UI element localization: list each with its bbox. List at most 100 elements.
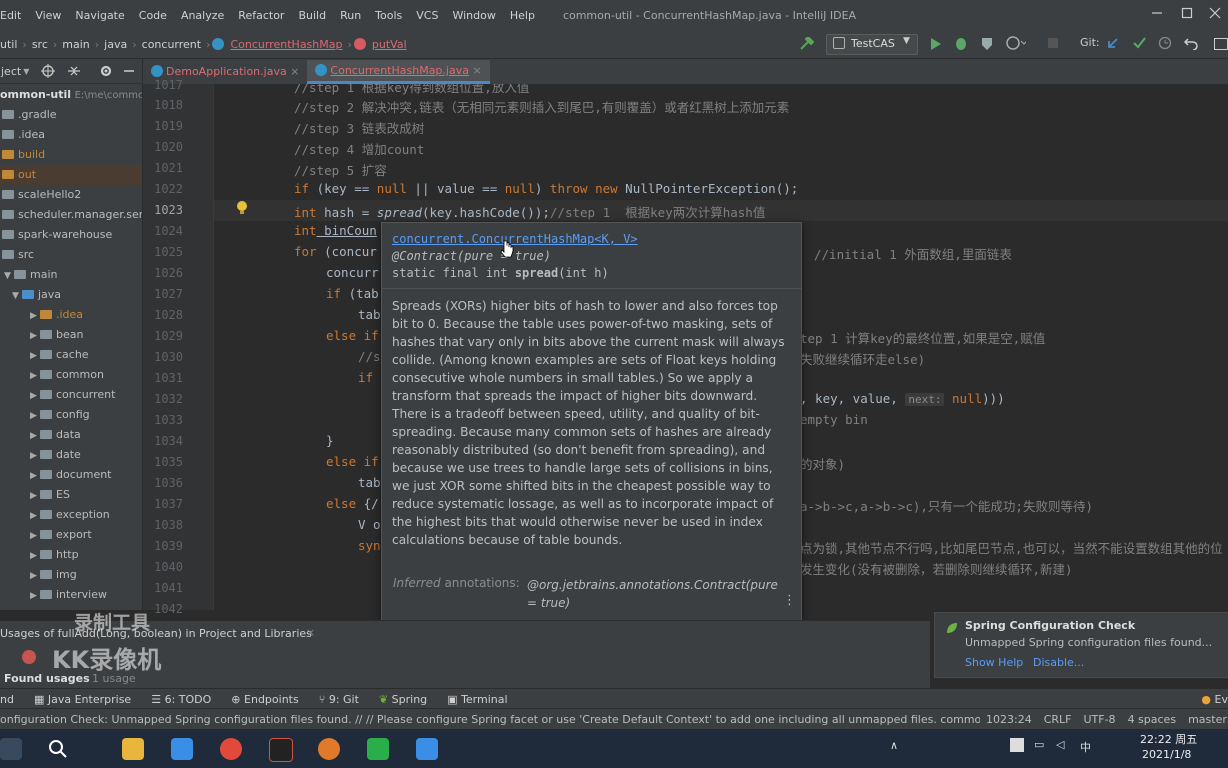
tree-item-config[interactable]: ▶ config — [0, 405, 142, 425]
menu-run[interactable]: Run — [333, 9, 368, 22]
menu-view[interactable]: View — [28, 9, 68, 22]
doc-class-link[interactable]: concurrent.ConcurrentHashMap<K, V> — [392, 232, 638, 246]
tree-item-scheduler[interactable]: scheduler.manager.server.l — [0, 205, 142, 225]
tool-window-find[interactable]: nd — [0, 693, 24, 706]
breadcrumb-root[interactable]: util — [0, 38, 20, 51]
tree-item-scalehello2[interactable]: scaleHello2 — [0, 185, 142, 205]
project-view-label[interactable]: ject — [0, 65, 21, 78]
profile-icon[interactable] — [1006, 36, 1026, 51]
tree-item-img[interactable]: ▶ img — [0, 565, 142, 585]
run-config-select[interactable]: TestCAS ▼ — [826, 34, 918, 55]
line-separator[interactable]: CRLF — [1044, 713, 1072, 726]
debug-icon[interactable] — [954, 36, 968, 51]
tool-window-java-enterprise[interactable]: ▦ Java Enterprise — [24, 693, 141, 706]
wechat-icon[interactable] — [367, 738, 389, 760]
menu-vcs[interactable]: VCS — [409, 9, 445, 22]
tree-item-java-idea[interactable]: ▶ .idea — [0, 305, 142, 325]
git-branch[interactable]: master — [1188, 713, 1227, 726]
hide-icon[interactable] — [123, 64, 135, 78]
tool-window-terminal[interactable]: ▣ Terminal — [437, 693, 517, 706]
breadcrumb-src[interactable]: src — [29, 38, 51, 51]
git-update-icon[interactable] — [1106, 36, 1120, 50]
breadcrumb-main[interactable]: main — [59, 38, 92, 51]
tool-window-endpoints[interactable]: ⊕ Endpoints — [221, 693, 308, 706]
menu-analyze[interactable]: Analyze — [174, 9, 231, 22]
layout-icon[interactable] — [1214, 38, 1228, 50]
doc-inferred-annotation[interactable]: @org.jetbrains.annotations.Contract(pure… — [527, 576, 785, 612]
breadcrumb-class[interactable]: ConcurrentHashMap — [227, 38, 345, 51]
minimize-icon[interactable] — [1150, 6, 1164, 20]
tool-window-event-log[interactable]: ● Ev — [1191, 693, 1228, 706]
recorder-icon[interactable] — [318, 738, 340, 760]
build-hammer-icon[interactable] — [798, 37, 814, 51]
locate-icon[interactable] — [41, 64, 56, 78]
menu-code[interactable]: Code — [132, 9, 174, 22]
tree-item-date[interactable]: ▶ date — [0, 445, 142, 465]
tool-window-spring[interactable]: ❦ Spring — [369, 693, 437, 706]
git-history-icon[interactable] — [1158, 36, 1172, 50]
ime-indicator[interactable]: 中 — [1080, 739, 1091, 755]
stop-icon[interactable] — [1048, 38, 1058, 48]
menu-edit[interactable]: Edit — [0, 9, 28, 22]
breadcrumb-method[interactable]: putVal — [369, 38, 410, 51]
gear-icon[interactable] — [99, 64, 113, 78]
clock-time[interactable]: 22:22 周五 — [1140, 731, 1197, 747]
git-commit-icon[interactable] — [1132, 36, 1146, 50]
tree-item-out[interactable]: out — [0, 165, 142, 185]
start-icon[interactable] — [0, 738, 22, 760]
app-icon[interactable] — [171, 738, 193, 760]
tree-root[interactable]: ommon-util E:\me\commo — [0, 85, 142, 105]
menu-navigate[interactable]: Navigate — [68, 9, 131, 22]
menu-refactor[interactable]: Refactor — [231, 9, 291, 22]
close-icon[interactable] — [1208, 6, 1222, 20]
intellij-icon[interactable] — [269, 738, 293, 762]
maximize-icon[interactable] — [1180, 6, 1194, 20]
caret-position[interactable]: 1023:24 — [986, 713, 1032, 726]
volume-icon[interactable]: ◁ — [1056, 738, 1064, 751]
rollback-icon[interactable] — [1184, 36, 1198, 50]
coverage-icon[interactable] — [980, 36, 994, 51]
indent-setting[interactable]: 4 spaces — [1128, 713, 1177, 726]
close-icon[interactable]: × — [472, 64, 481, 77]
tree-item-exception[interactable]: ▶ exception — [0, 505, 142, 525]
menu-window[interactable]: Window — [445, 9, 502, 22]
network-icon[interactable]: ▭ — [1034, 738, 1044, 751]
tree-item-gradle[interactable]: .gradle — [0, 105, 142, 125]
menu-tools[interactable]: Tools — [368, 9, 409, 22]
battery-icon[interactable] — [1010, 738, 1024, 752]
tree-item-spark-warehouse[interactable]: spark-warehouse — [0, 225, 142, 245]
tree-item-data[interactable]: ▶ data — [0, 425, 142, 445]
menu-help[interactable]: Help — [503, 9, 542, 22]
tree-item-common[interactable]: ▶ common — [0, 365, 142, 385]
tree-item-document[interactable]: ▶ document — [0, 465, 142, 485]
tool-window-todo[interactable]: ☰ 6: TODO — [141, 693, 221, 706]
breadcrumb-concurrent[interactable]: concurrent — [139, 38, 204, 51]
show-help-link[interactable]: Show Help — [965, 656, 1023, 669]
run-icon[interactable] — [930, 37, 942, 51]
chevron-down-icon[interactable]: ▼ — [23, 67, 29, 76]
close-icon[interactable]: × — [290, 65, 299, 78]
search-icon[interactable] — [48, 739, 68, 759]
tree-item-main[interactable]: ▼ main — [0, 265, 142, 285]
lightbulb-icon[interactable] — [236, 200, 248, 216]
tree-item-build[interactable]: build — [0, 145, 142, 165]
tree-item-export[interactable]: ▶ export — [0, 525, 142, 545]
tree-item-src[interactable]: src — [0, 245, 142, 265]
tray-chevron-icon[interactable]: ∧ — [890, 739, 898, 752]
tree-item-interview[interactable]: ▶ interview — [0, 585, 142, 605]
tree-item-java[interactable]: ▼ java — [0, 285, 142, 305]
more-options-icon[interactable]: ⋮ — [783, 593, 796, 608]
stop-icon[interactable] — [22, 650, 36, 664]
tree-item-bean[interactable]: ▶ bean — [0, 325, 142, 345]
menu-build[interactable]: Build — [291, 9, 333, 22]
clock-date[interactable]: 2021/1/8 — [1142, 748, 1191, 761]
file-encoding[interactable]: UTF-8 — [1083, 713, 1115, 726]
tab-concurrenthashmap[interactable]: ConcurrentHashMap.java × — [307, 60, 490, 84]
tree-item-concurrent[interactable]: ▶ concurrent — [0, 385, 142, 405]
status-message[interactable]: onfiguration Check: Unmapped Spring conf… — [0, 713, 980, 726]
file-explorer-icon[interactable] — [122, 738, 144, 760]
disable-link[interactable]: Disable... — [1033, 656, 1084, 669]
collapse-all-icon[interactable] — [67, 64, 81, 78]
tree-item-es[interactable]: ▶ ES — [0, 485, 142, 505]
tree-item-idea[interactable]: .idea — [0, 125, 142, 145]
